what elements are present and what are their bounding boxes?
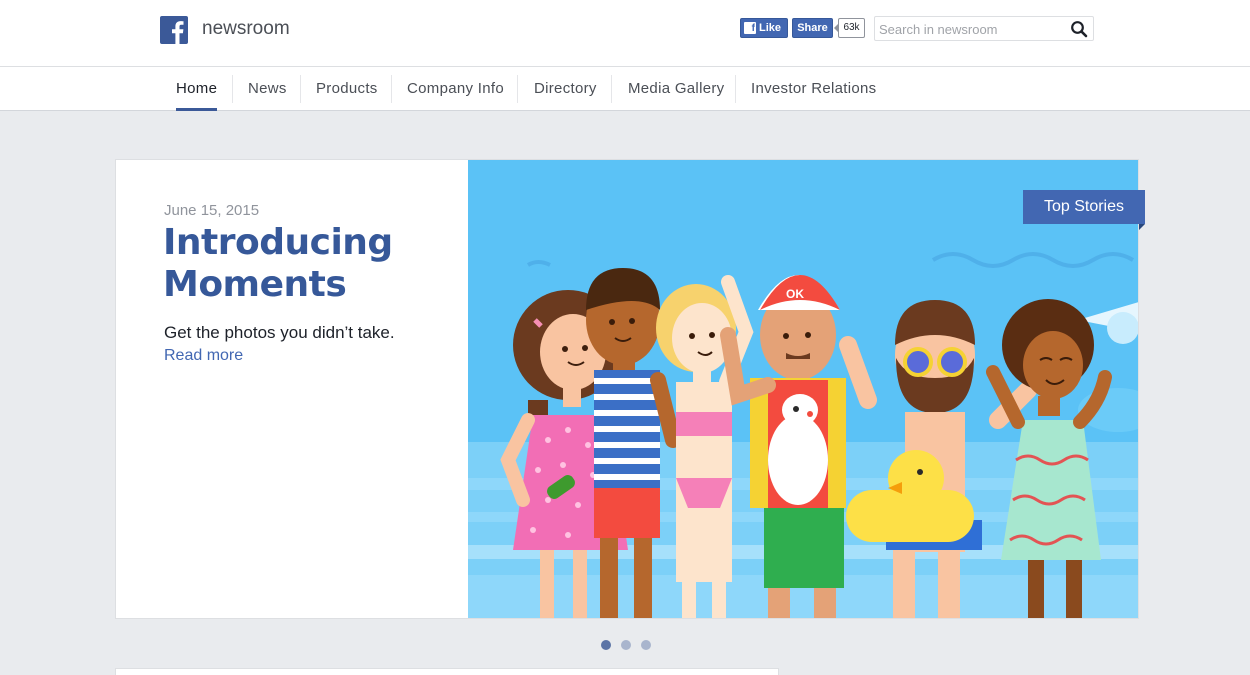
like-button[interactable]: f Like	[740, 18, 788, 38]
nav-item-directory[interactable]: Directory	[534, 67, 597, 111]
read-more-link[interactable]: Read more	[164, 347, 243, 365]
nav-divider	[391, 75, 392, 103]
carousel-dot-3[interactable]	[641, 640, 651, 650]
nav-item-home[interactable]: Home	[176, 67, 218, 111]
top-header: newsroom f Like Share 63k	[0, 0, 1250, 67]
brand-name[interactable]: newsroom	[202, 18, 290, 40]
nav-item-investor-relations[interactable]: Investor Relations	[751, 67, 876, 111]
main-nav: Home News Products Company Info Director…	[0, 67, 1250, 111]
nav-item-media-gallery[interactable]: Media Gallery	[628, 67, 724, 111]
nav-item-company-info[interactable]: Company Info	[407, 67, 504, 111]
story-summary: Get the photos you didn’t take.	[164, 323, 395, 342]
top-stories-badge[interactable]: Top Stories	[1023, 190, 1145, 230]
search-box	[874, 16, 1094, 41]
carousel-pagination	[601, 640, 651, 650]
featured-story-card[interactable]: June 15, 2015 Introducing Moments Get th…	[115, 159, 1139, 619]
nav-item-news[interactable]: News	[248, 67, 287, 111]
share-button[interactable]: Share	[792, 18, 833, 38]
search-icon[interactable]	[1070, 20, 1088, 38]
like-label: Like	[759, 22, 782, 34]
story-title[interactable]: Introducing Moments	[163, 222, 453, 306]
svg-text:OK: OK	[786, 287, 804, 301]
nav-divider	[611, 75, 612, 103]
next-section-card	[115, 668, 779, 675]
nav-divider	[735, 75, 736, 103]
facebook-logo-icon[interactable]	[160, 16, 188, 44]
nav-item-products[interactable]: Products	[316, 67, 378, 111]
moments-illustration[interactable]: OK	[468, 160, 1139, 619]
nav-divider	[300, 75, 301, 103]
nav-divider	[232, 75, 233, 103]
story-date: June 15, 2015	[164, 202, 260, 219]
nav-divider	[517, 75, 518, 103]
carousel-dot-2[interactable]	[621, 640, 631, 650]
like-count-badge: 63k	[834, 18, 865, 38]
facebook-small-icon: f	[744, 22, 756, 34]
carousel-dot-1[interactable]	[601, 640, 611, 650]
search-input[interactable]	[879, 20, 1064, 38]
